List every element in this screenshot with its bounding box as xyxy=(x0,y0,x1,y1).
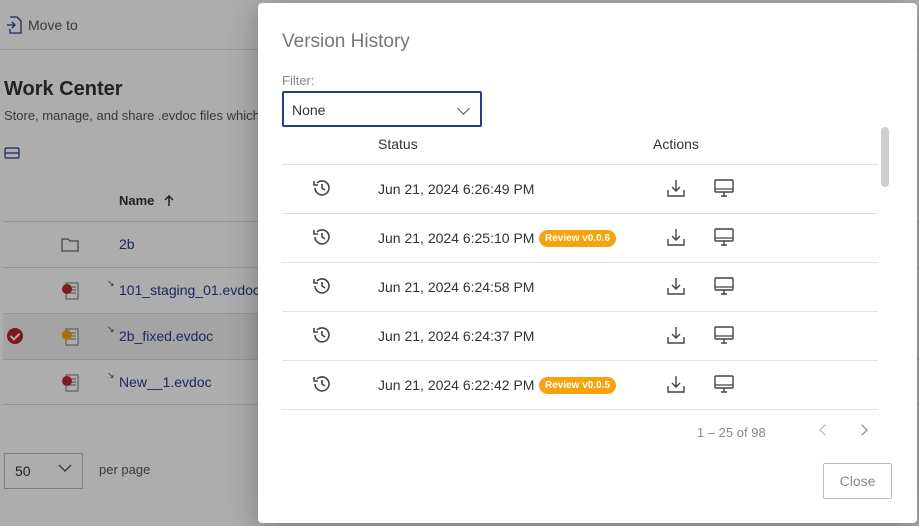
open-in-viewer-icon[interactable] xyxy=(714,375,734,393)
version-date: Jun 21, 2024 6:24:37 PM xyxy=(378,328,535,344)
version-row: Jun 21, 2024 6:24:37 PM xyxy=(282,312,878,361)
restore-history-icon[interactable] xyxy=(312,276,332,296)
version-row: Jun 21, 2024 6:22:42 PM Review v0.0.5 xyxy=(282,361,878,410)
version-table: Status Actions Jun 21, 2024 6:26:49 PM J… xyxy=(282,127,878,410)
open-in-viewer-icon[interactable] xyxy=(714,326,734,344)
restore-history-icon[interactable] xyxy=(312,374,332,394)
download-icon[interactable] xyxy=(666,227,686,247)
restore-history-icon[interactable] xyxy=(312,325,332,345)
version-row: Jun 21, 2024 6:24:58 PM xyxy=(282,263,878,312)
table-scrollbar[interactable] xyxy=(881,127,889,187)
status-column-header: Status xyxy=(378,136,418,152)
restore-history-icon[interactable] xyxy=(312,227,332,247)
next-page-icon[interactable] xyxy=(856,424,868,436)
version-date: Jun 21, 2024 6:25:10 PM xyxy=(378,230,535,246)
open-in-viewer-icon[interactable] xyxy=(714,277,734,295)
version-date: Jun 21, 2024 6:24:58 PM xyxy=(378,279,535,295)
download-icon[interactable] xyxy=(666,276,686,296)
review-badge: Review v0.0.5 xyxy=(539,377,617,394)
actions-column-header: Actions xyxy=(653,136,699,152)
download-icon[interactable] xyxy=(666,374,686,394)
close-button[interactable]: Close xyxy=(823,463,892,499)
filter-value: None xyxy=(292,102,326,118)
download-icon[interactable] xyxy=(666,325,686,345)
chevron-down-icon xyxy=(457,102,470,115)
previous-page-icon[interactable] xyxy=(819,424,831,436)
filter-label: Filter: xyxy=(282,73,315,88)
dialog-title: Version History xyxy=(282,31,410,52)
review-badge: Review v0.0.6 xyxy=(539,230,617,247)
open-in-viewer-icon[interactable] xyxy=(714,179,734,197)
restore-history-icon[interactable] xyxy=(312,178,332,198)
download-icon[interactable] xyxy=(666,178,686,198)
version-row: Jun 21, 2024 6:26:49 PM xyxy=(282,165,878,214)
version-history-dialog: Version History Filter: None Status Acti… xyxy=(258,3,917,523)
pagination-range: 1 – 25 of 98 xyxy=(697,425,766,440)
version-date: Jun 21, 2024 6:26:49 PM xyxy=(378,181,535,197)
open-in-viewer-icon[interactable] xyxy=(714,228,734,246)
filter-select[interactable]: None xyxy=(282,91,482,127)
version-date: Jun 21, 2024 6:22:42 PM xyxy=(378,377,535,393)
version-row: Jun 21, 2024 6:25:10 PM Review v0.0.6 xyxy=(282,214,878,263)
